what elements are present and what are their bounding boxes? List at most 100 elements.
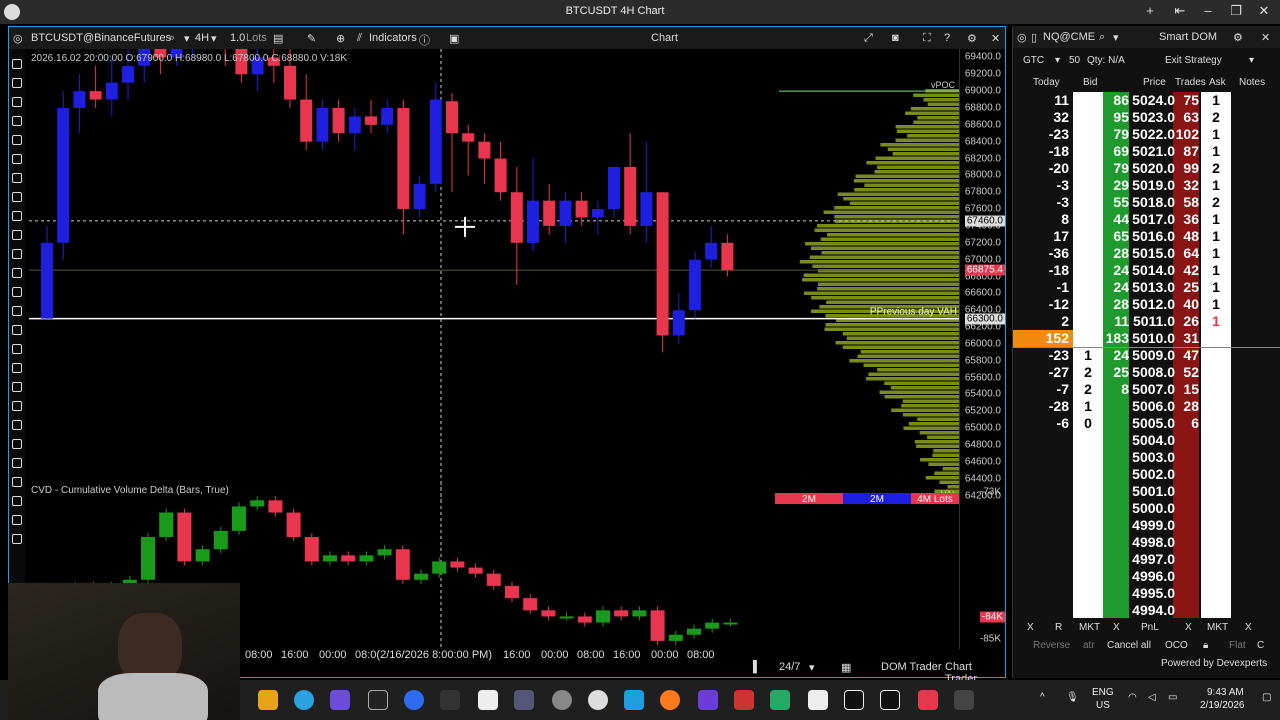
dom-cell-bidcnt[interactable]: 24 xyxy=(1101,347,1129,364)
app2-icon[interactable] xyxy=(588,690,608,710)
tiktok-icon[interactable] xyxy=(880,690,900,710)
dom-row[interactable]: 4994.0 xyxy=(1013,602,1280,618)
rect-icon[interactable] xyxy=(12,306,22,316)
dom-cell-trades[interactable]: 40 xyxy=(1173,296,1199,313)
battery-icon[interactable]: ▭ xyxy=(1168,692,1177,703)
help-icon[interactable]: ? xyxy=(944,32,950,44)
dom-row[interactable]: -3 55 5018.0 58 2 xyxy=(1013,194,1280,211)
dom-cell-ask[interactable]: 1 xyxy=(1201,296,1231,313)
arrow-icon[interactable] xyxy=(12,154,22,164)
chevron-down-icon[interactable]: ▾ xyxy=(1113,31,1119,44)
app4-icon[interactable] xyxy=(770,690,790,710)
draw-icon[interactable]: ✎ xyxy=(307,32,316,45)
dom-cell-today[interactable]: -6 xyxy=(1013,415,1069,432)
c-button[interactable]: C xyxy=(1257,640,1264,651)
qty-input[interactable]: 50 xyxy=(1069,55,1080,66)
dom-cell-price[interactable]: 5013.0 xyxy=(1129,279,1175,296)
dom-cell-price[interactable]: 5020.0 xyxy=(1129,160,1175,177)
dom-cell-trades[interactable]: 32 xyxy=(1173,177,1199,194)
exit-strategy-selector[interactable]: Exit Strategy xyxy=(1165,55,1222,66)
dom-cell-trades[interactable]: 102 xyxy=(1173,126,1199,143)
hline-icon[interactable] xyxy=(12,135,22,145)
gann-icon[interactable] xyxy=(12,344,22,354)
dom-cell-price[interactable]: 5007.0 xyxy=(1129,381,1175,398)
dom-cell-bidcnt[interactable]: 24 xyxy=(1101,262,1129,279)
dom-row[interactable]: 4996.0 xyxy=(1013,568,1280,585)
wifi-icon[interactable]: ◠ xyxy=(1128,692,1137,703)
dom-row[interactable]: 4998.0 xyxy=(1013,534,1280,551)
lang-label[interactable]: ENG xyxy=(1092,687,1114,698)
circle-icon[interactable] xyxy=(12,325,22,335)
calendar-icon[interactable]: ▦ xyxy=(841,661,851,674)
dom-cell-price[interactable]: 4997.0 xyxy=(1129,551,1175,568)
dom-cell-price[interactable]: 5002.0 xyxy=(1129,466,1175,483)
brush-icon[interactable] xyxy=(12,230,22,240)
dom-cell-trades[interactable]: 64 xyxy=(1173,245,1199,262)
dom-cell-ask[interactable]: 1 xyxy=(1201,211,1231,228)
eraser-icon[interactable] xyxy=(12,515,22,525)
dom-cell-bidcnt[interactable]: 29 xyxy=(1101,177,1129,194)
tiktok-live-icon[interactable] xyxy=(918,690,938,710)
file-icon[interactable] xyxy=(478,690,498,710)
dom-bottom-cell[interactable]: X xyxy=(1185,622,1192,633)
dom-cell-today[interactable]: -7 xyxy=(1013,381,1069,398)
pdf-icon[interactable] xyxy=(734,690,754,710)
trash-icon[interactable] xyxy=(12,534,22,544)
reverse-button[interactable]: Reverse xyxy=(1033,640,1070,651)
dom-row[interactable]: 4999.0 xyxy=(1013,517,1280,534)
dom-row[interactable]: -27 2 25 5008.0 52 xyxy=(1013,364,1280,381)
app5-icon[interactable] xyxy=(954,690,974,710)
dom-cell-today[interactable]: -1 xyxy=(1013,279,1069,296)
tag-icon[interactable] xyxy=(12,496,22,506)
dom-cell-ask[interactable]: 1 xyxy=(1201,143,1231,160)
dom-cell-price[interactable]: 4999.0 xyxy=(1129,517,1175,534)
collapse-icon[interactable]: ⇤ xyxy=(1170,3,1190,19)
grid-icon[interactable] xyxy=(12,458,22,468)
dom-row[interactable]: -23 79 5022.0 102 1 xyxy=(1013,126,1280,143)
dom-cell-ask[interactable]: 1 xyxy=(1201,313,1231,330)
clock-date[interactable]: 2/19/2026 xyxy=(1200,700,1245,711)
ruler-icon[interactable] xyxy=(12,382,22,392)
pitchfork-icon[interactable] xyxy=(12,363,22,373)
dom-cell-ask[interactable]: 1 xyxy=(1201,279,1231,296)
settings-icon[interactable]: ⚙ xyxy=(1233,31,1243,44)
dom-cell-today[interactable]: -18 xyxy=(1013,143,1069,160)
dom-cell-ask[interactable]: 2 xyxy=(1201,109,1231,126)
dom-row[interactable]: 8 44 5017.0 36 1 xyxy=(1013,211,1280,228)
dom-cell-price[interactable]: 4998.0 xyxy=(1129,534,1175,551)
dom-row[interactable]: -36 28 5015.0 64 1 xyxy=(1013,245,1280,262)
fullscreen-icon[interactable]: ⛶ xyxy=(923,32,931,45)
dom-bottom-cell[interactable]: X xyxy=(1245,622,1252,633)
dom-cell-bidcnt[interactable]: 28 xyxy=(1101,296,1129,313)
dom-cell-today[interactable]: 11 xyxy=(1013,92,1069,109)
trading-app-icon[interactable] xyxy=(624,690,644,710)
obs-icon[interactable] xyxy=(552,690,572,710)
dom-cell-bidcnt[interactable]: 69 xyxy=(1101,143,1129,160)
notifications-icon[interactable]: ▢ xyxy=(1262,692,1271,703)
dom-ladder[interactable]: 11 86 5024.0 75 1 32 95 5023.0 63 2 -23 79 5022.0 102… xyxy=(1013,92,1280,618)
add-window-icon[interactable]: + xyxy=(1140,3,1160,18)
dom-cell-today[interactable]: -28 xyxy=(1013,398,1069,415)
clock-time[interactable]: 9:43 AM xyxy=(1207,687,1244,698)
dom-cell-trades[interactable]: 99 xyxy=(1173,160,1199,177)
dom-cell-today[interactable]: -23 xyxy=(1013,347,1069,364)
telegram-icon[interactable] xyxy=(294,690,314,710)
dom-cell-today[interactable]: 152 xyxy=(1013,330,1069,347)
pattern-icon[interactable] xyxy=(12,439,22,449)
dom-cell-bidcnt[interactable]: 79 xyxy=(1101,126,1129,143)
chrome-icon[interactable] xyxy=(258,690,278,710)
dom-cell-trades[interactable]: 15 xyxy=(1173,381,1199,398)
dom-cell-bidcnt[interactable]: 25 xyxy=(1101,364,1129,381)
ray-icon[interactable] xyxy=(12,116,22,126)
dom-cell-today[interactable]: -3 xyxy=(1013,194,1069,211)
price-axis[interactable]: 69400.0 69200.0 69000.0 68800.0 68600.0 68400… xyxy=(959,49,1005,649)
dom-cell-trades[interactable]: 31 xyxy=(1173,330,1199,347)
dom-bottom-cell[interactable]: X xyxy=(1027,622,1034,633)
dom-cell-bid[interactable]: 1 xyxy=(1073,398,1103,415)
interval-selector[interactable]: 4H xyxy=(195,32,209,44)
text-icon[interactable] xyxy=(12,477,22,487)
symbol-selector[interactable]: BTCUSDT@BinanceFutures xyxy=(31,32,171,44)
dom-row[interactable]: 11 86 5024.0 75 1 xyxy=(1013,92,1280,109)
dom-row[interactable]: 5003.0 xyxy=(1013,449,1280,466)
dom-cell-price[interactable]: 5016.0 xyxy=(1129,228,1175,245)
